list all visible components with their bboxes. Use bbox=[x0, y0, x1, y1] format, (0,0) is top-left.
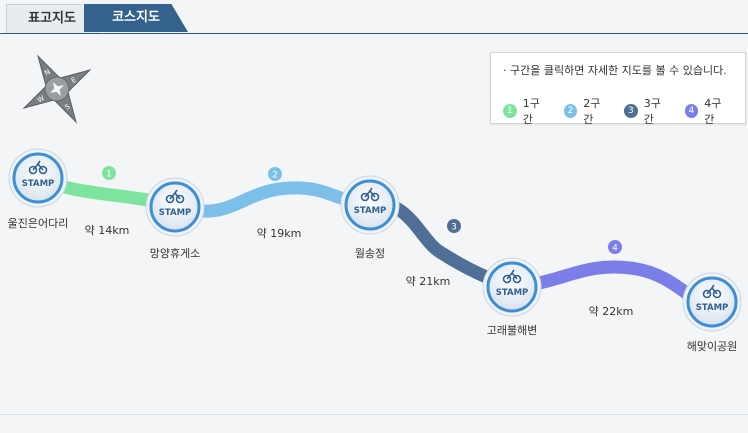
compass-icon: N E S W bbox=[22, 54, 92, 124]
distance-label-1: 약 14km bbox=[85, 223, 130, 237]
stamp-label: STAMP bbox=[159, 208, 192, 218]
segment-badge-4-num: 4 bbox=[612, 244, 618, 254]
segment-badge-2[interactable]: 2 bbox=[268, 167, 282, 181]
segment-badge-3[interactable]: 3 bbox=[447, 219, 461, 233]
station-name-2: 망양휴게소 bbox=[150, 247, 201, 260]
station-mangyang[interactable]: STAMP 망양휴게소 bbox=[145, 177, 205, 260]
stamp-label: STAMP bbox=[22, 179, 55, 189]
route-segment-4[interactable] bbox=[505, 260, 719, 317]
station-wolsong[interactable]: STAMP 월송정 bbox=[340, 175, 400, 260]
station-name-1: 울진은어다리 bbox=[8, 217, 69, 230]
segment-badge-4[interactable]: 4 bbox=[608, 240, 622, 254]
segment-badge-1-num: 1 bbox=[106, 170, 112, 180]
station-name-3: 월송정 bbox=[355, 247, 385, 260]
stamp-label: STAMP bbox=[696, 303, 729, 313]
distance-label-4: 약 22km bbox=[589, 304, 634, 318]
segment-badge-2-num: 2 bbox=[272, 171, 278, 181]
station-uljin[interactable]: STAMP 울진은어다리 bbox=[8, 148, 69, 230]
station-name-4: 고래불해변 bbox=[487, 323, 538, 337]
station-name-5: 해맞이공원 bbox=[687, 339, 738, 353]
segment-badge-1[interactable]: 1 bbox=[102, 166, 116, 180]
course-map: N E S W 1 2 3 4 약 14km 약 19km 약 21km 약 2… bbox=[8, 54, 742, 353]
stamp-label: STAMP bbox=[496, 288, 529, 298]
station-haemaji[interactable]: STAMP 해맞이공원 bbox=[682, 272, 742, 353]
footer-divider bbox=[0, 414, 748, 415]
station-goraebul[interactable]: STAMP 고래불해변 bbox=[482, 257, 542, 337]
distance-label-2: 약 19km bbox=[257, 226, 302, 240]
distance-label-3: 약 21km bbox=[406, 274, 451, 288]
tab-course-map[interactable]: 코스지도 bbox=[84, 4, 188, 32]
stamp-label: STAMP bbox=[354, 206, 387, 216]
tab-bar: 표고지도 코스지도 bbox=[0, 0, 748, 34]
segment-badge-3-num: 3 bbox=[451, 223, 457, 233]
